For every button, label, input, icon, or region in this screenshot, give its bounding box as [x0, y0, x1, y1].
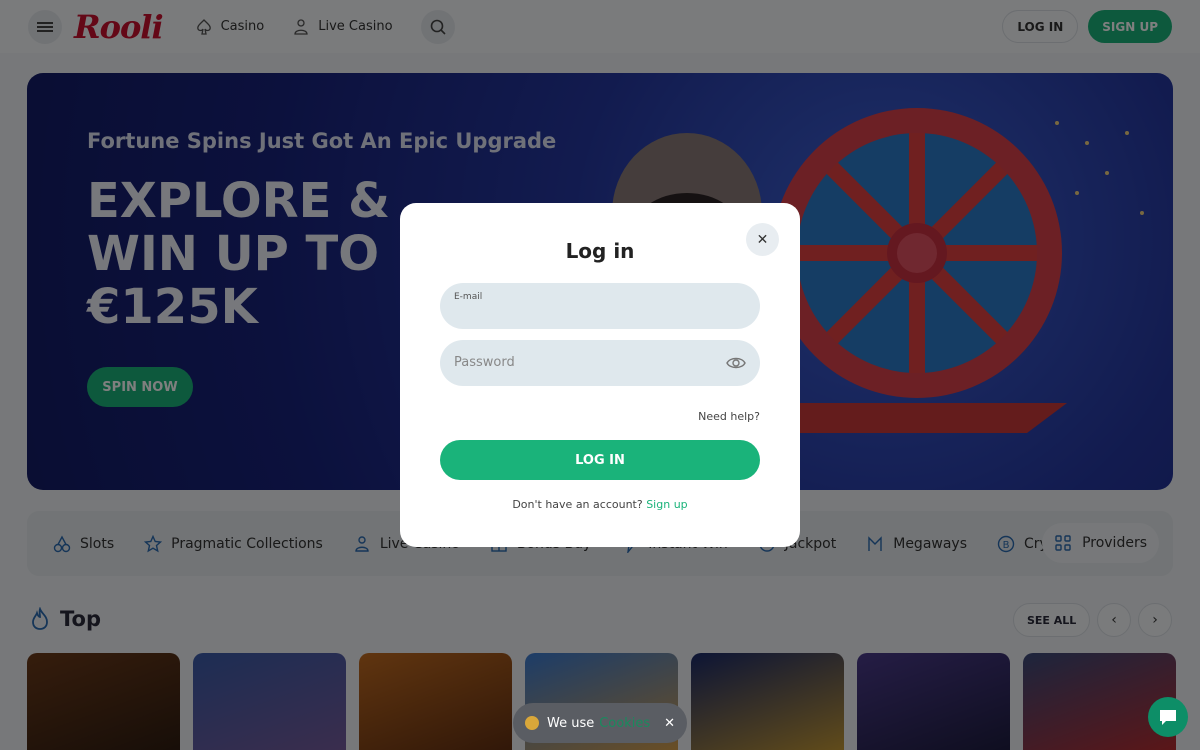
- cookie-link[interactable]: Cookies: [599, 716, 650, 731]
- password-placeholder: Password: [454, 355, 515, 370]
- email-label: E-mail: [454, 292, 483, 302]
- password-field[interactable]: Password: [440, 340, 760, 386]
- email-field[interactable]: E-mail: [440, 283, 760, 329]
- cookie-close-icon[interactable]: ✕: [664, 716, 675, 731]
- chat-icon: [1160, 710, 1176, 725]
- close-icon: ✕: [756, 231, 769, 248]
- signup-link[interactable]: Sign up: [646, 498, 687, 511]
- login-modal: Log in ✕ E-mail Password Need help? LOG …: [400, 203, 800, 547]
- need-help-link[interactable]: Need help?: [698, 410, 760, 423]
- cookie-banner: We use Cookies ✕: [513, 703, 687, 743]
- chat-button[interactable]: [1148, 697, 1188, 737]
- eye-icon[interactable]: [726, 353, 746, 373]
- no-account-text: Don't have an account?: [512, 498, 643, 511]
- cookie-icon: [525, 716, 539, 730]
- cookie-text: We use: [547, 715, 595, 731]
- modal-title: Log in: [565, 239, 635, 263]
- modal-login-button[interactable]: LOG IN: [440, 440, 760, 480]
- signup-prompt: Don't have an account? Sign up: [400, 498, 800, 511]
- close-button[interactable]: ✕: [746, 223, 779, 256]
